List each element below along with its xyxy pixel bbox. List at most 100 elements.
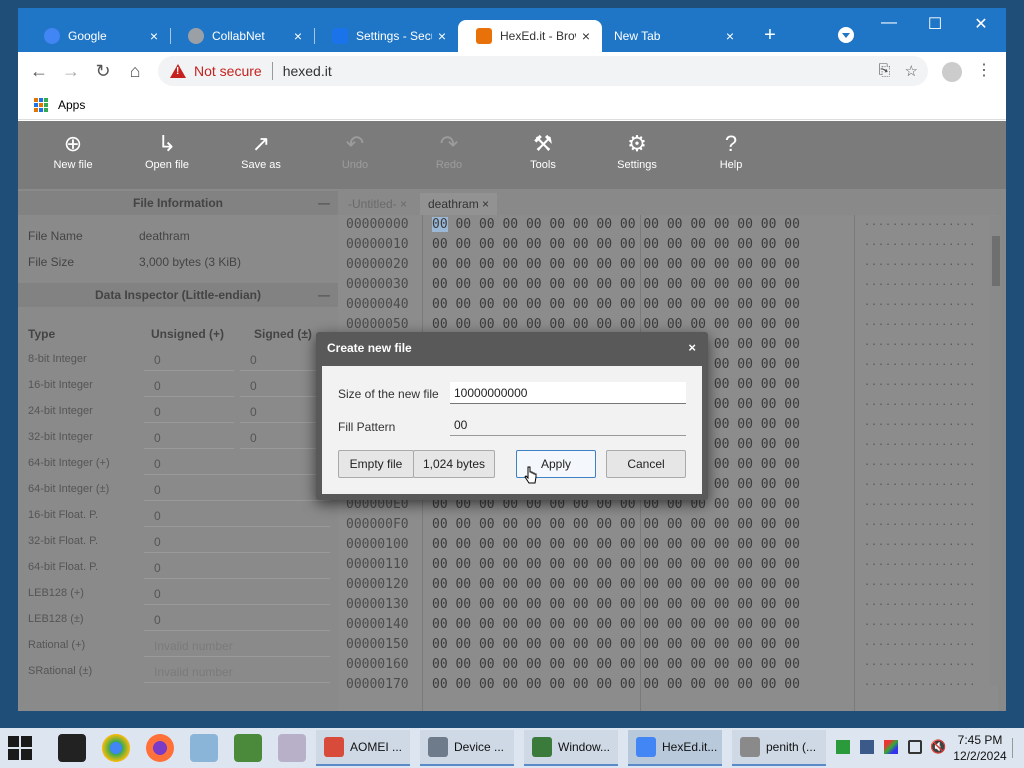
notepad-plus-plus-icon[interactable]	[234, 734, 262, 762]
notepad-icon[interactable]	[190, 734, 218, 762]
hex-byte[interactable]: 00	[761, 577, 777, 592]
hex-byte[interactable]: 00	[526, 677, 542, 692]
collapse-icon[interactable]: —	[318, 283, 330, 307]
ascii-column[interactable]: ................	[864, 437, 976, 448]
hex-bytes[interactable]: 00 00 00 00 00 00 00 00 00 00 00 00 00 0…	[432, 537, 800, 552]
hex-byte[interactable]: 00	[549, 257, 565, 272]
ascii-column[interactable]: ................	[864, 357, 976, 368]
hex-byte[interactable]: 00	[526, 297, 542, 312]
hex-byte[interactable]: 00	[784, 237, 800, 252]
hex-byte[interactable]: 00	[526, 277, 542, 292]
security-status[interactable]: Not secure	[194, 63, 262, 79]
hex-byte[interactable]: 00	[432, 257, 448, 272]
unsigned-value-field[interactable]: 0	[144, 535, 330, 553]
hex-byte[interactable]: 00	[784, 557, 800, 572]
ascii-column[interactable]: ................	[864, 497, 976, 508]
hex-byte[interactable]: 00	[455, 537, 471, 552]
hex-byte[interactable]: 00	[596, 277, 612, 292]
help-button[interactable]: ? Help	[691, 129, 771, 171]
hex-byte[interactable]: 00	[573, 597, 589, 612]
hex-byte[interactable]: 00	[620, 677, 636, 692]
hex-byte[interactable]: 00	[573, 557, 589, 572]
hex-byte[interactable]: 00	[526, 657, 542, 672]
hex-byte[interactable]: 00	[479, 597, 495, 612]
hex-byte[interactable]: 00	[432, 677, 448, 692]
hex-byte[interactable]: 00	[784, 457, 800, 472]
hex-byte[interactable]: 00	[432, 277, 448, 292]
hex-byte[interactable]: 00	[761, 497, 777, 512]
ascii-column[interactable]: ................	[864, 577, 976, 588]
hex-byte[interactable]: 00	[784, 637, 800, 652]
hex-byte[interactable]: 00	[596, 637, 612, 652]
hex-byte[interactable]: 00	[714, 617, 730, 632]
hex-byte[interactable]: 00	[737, 557, 753, 572]
hex-byte[interactable]: 00	[479, 277, 495, 292]
hex-byte[interactable]: 00	[526, 317, 542, 332]
unsigned-value-field[interactable]: 0	[144, 561, 330, 579]
hex-byte[interactable]: 00	[714, 417, 730, 432]
hex-byte[interactable]: 00	[784, 497, 800, 512]
hex-byte[interactable]: 00	[455, 657, 471, 672]
hex-byte[interactable]: 00	[737, 377, 753, 392]
hex-byte[interactable]: 00	[573, 297, 589, 312]
hex-byte[interactable]: 00	[667, 237, 683, 252]
ascii-column[interactable]: ................	[864, 297, 976, 308]
url-text[interactable]: hexed.it	[283, 63, 332, 79]
hex-byte[interactable]: 00	[479, 297, 495, 312]
hex-byte[interactable]: 00	[620, 597, 636, 612]
hex-byte[interactable]: 00	[643, 517, 659, 532]
ascii-column[interactable]: ................	[864, 637, 976, 648]
hex-byte[interactable]: 00	[573, 257, 589, 272]
ascii-column[interactable]: ................	[864, 477, 976, 488]
hex-byte[interactable]: 00	[737, 657, 753, 672]
hex-byte[interactable]: 00	[714, 377, 730, 392]
browser-menu-icon[interactable]: ⋮	[976, 60, 992, 80]
hex-byte[interactable]: 00	[596, 517, 612, 532]
hex-byte[interactable]: 00	[549, 677, 565, 692]
taskbar-item[interactable]: HexEd.it...	[628, 730, 722, 766]
hex-byte[interactable]: 00	[761, 537, 777, 552]
hex-bytes[interactable]: 00 00 00 00 00 00 00 00 00 00 00 00 00 0…	[432, 637, 800, 652]
hex-byte[interactable]: 00	[455, 217, 471, 232]
hex-byte[interactable]: 00	[761, 297, 777, 312]
hex-byte[interactable]: 00	[620, 657, 636, 672]
hex-byte[interactable]: 00	[596, 617, 612, 632]
hex-byte[interactable]: 00	[573, 317, 589, 332]
hex-byte[interactable]: 00	[784, 397, 800, 412]
hex-byte[interactable]: 00	[502, 537, 518, 552]
hex-bytes[interactable]: 00 00 00 00 00 00 00 00 00 00 00 00 00 0…	[432, 597, 800, 612]
hex-byte[interactable]: 00	[549, 237, 565, 252]
hex-byte[interactable]: 00	[667, 557, 683, 572]
hex-byte[interactable]: 00	[667, 637, 683, 652]
save-as-button[interactable]: ↗ Save as	[221, 129, 301, 171]
hex-byte[interactable]: 00	[761, 597, 777, 612]
hex-byte[interactable]: 00	[714, 397, 730, 412]
hex-byte[interactable]: 00	[502, 637, 518, 652]
tray-app-icon[interactable]	[836, 740, 850, 754]
taskbar-item[interactable]: penith (...	[732, 730, 826, 766]
undo-button[interactable]: ↶ Undo	[315, 129, 395, 171]
hex-byte[interactable]: 00	[526, 537, 542, 552]
hex-byte[interactable]: 00	[549, 657, 565, 672]
ascii-column[interactable]: ................	[864, 597, 976, 608]
ascii-column[interactable]: ................	[864, 337, 976, 348]
apps-bookmark[interactable]: Apps	[58, 98, 85, 112]
hex-byte[interactable]: 00	[761, 337, 777, 352]
open-file-button[interactable]: ↳ Open file	[127, 129, 207, 171]
hex-byte[interactable]: 00	[784, 377, 800, 392]
hex-byte[interactable]: 00	[761, 397, 777, 412]
hex-byte[interactable]: 00	[737, 337, 753, 352]
hex-byte[interactable]: 00	[761, 617, 777, 632]
hex-byte[interactable]: 00	[643, 317, 659, 332]
hex-byte[interactable]: 00	[526, 257, 542, 272]
hex-byte[interactable]: 00	[432, 217, 448, 232]
hex-bytes[interactable]: 00 00 00 00 00 00 00 00 00 00 00 00 00 0…	[432, 657, 800, 672]
hex-byte[interactable]: 00	[620, 517, 636, 532]
hex-byte[interactable]: 00	[667, 597, 683, 612]
hex-byte[interactable]: 00	[502, 557, 518, 572]
hex-byte[interactable]: 00	[643, 237, 659, 252]
close-icon[interactable]: ×	[482, 197, 489, 211]
hex-byte[interactable]: 00	[479, 657, 495, 672]
unsigned-value-field[interactable]: 0	[144, 457, 330, 475]
hex-byte[interactable]: 00	[737, 437, 753, 452]
